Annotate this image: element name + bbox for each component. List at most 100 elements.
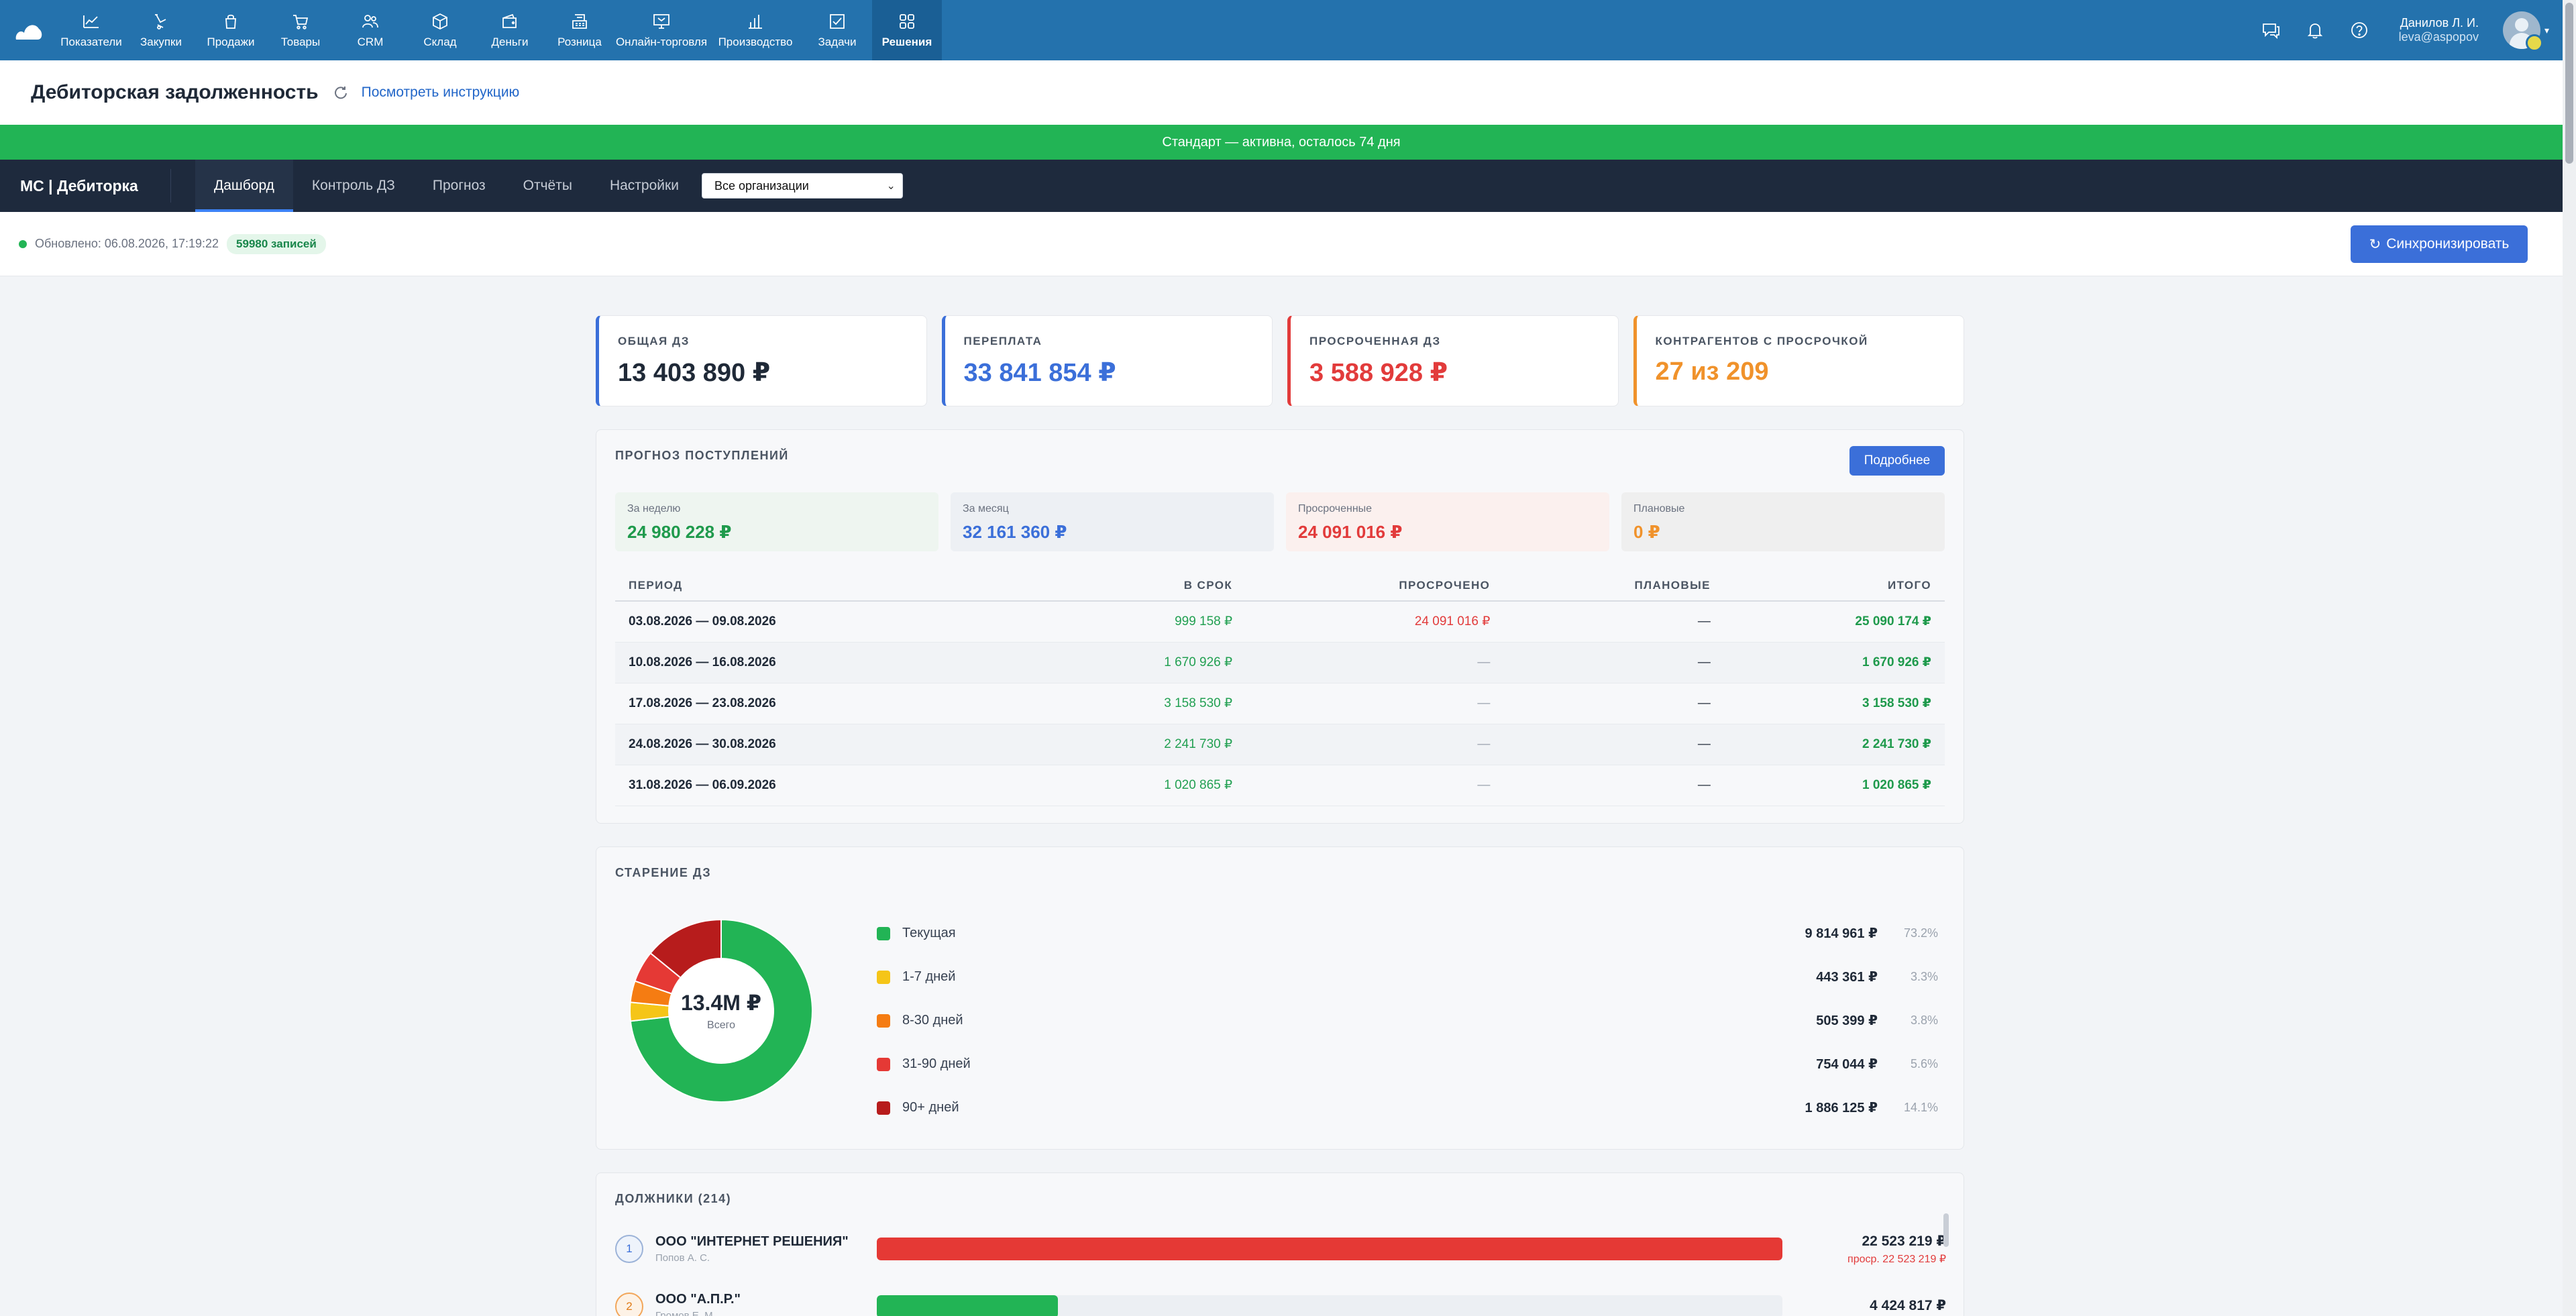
legend-row[interactable]: 31-90 дней 754 044 ₽ 5.6% [877,1042,1938,1086]
debtor-manager: Попов А. С. [655,1252,710,1264]
legend-amount: 9 814 961 ₽ [1805,926,1878,941]
debtor-bar-track [877,1238,1782,1260]
box-icon [433,13,447,30]
kpi-card: КОНТРАГЕНТОВ С ПРОСРОЧКОЙ 27 из 209 [1633,315,1964,406]
column-header[interactable]: ПЕРИОД [615,570,1044,602]
donut-total-label: Всего [707,1020,735,1031]
organization-select[interactable]: Все организации ⌄ [701,173,903,199]
cell-period: 17.08.2026 — 23.08.2026 [615,683,1044,724]
cell-ontime: 2 241 730 ₽ [1044,724,1246,765]
cell-planned: — [1503,724,1724,765]
debtor-rank: 2 [615,1293,643,1316]
tab-2[interactable]: Прогноз [414,160,504,212]
chevron-down-icon: ▾ [2544,24,2549,36]
legend-swatch [877,1057,890,1071]
legend-row[interactable]: 8-30 дней 505 399 ₽ 3.8% [877,999,1938,1042]
nav-item-2[interactable]: Продажи [196,0,266,60]
topnav-actions: Данилов Л. И. leva@aspopov ▾ [2261,0,2576,60]
nav-item-label: Задачи [818,36,857,48]
forecast-box: Просроченные 24 091 016 ₽ [1286,492,1609,551]
legend-amount: 443 361 ₽ [1816,970,1878,985]
legend-amount: 505 399 ₽ [1816,1013,1878,1028]
nav-item-6[interactable]: Деньги [475,0,545,60]
legend-row[interactable]: 90+ дней 1 886 125 ₽ 14.1% [877,1086,1938,1130]
tab-3[interactable]: Отчёты [504,160,591,212]
nav-item-label: Розница [557,36,602,48]
nav-item-11[interactable]: Решения [872,0,942,60]
legend-name: 31-90 дней [902,1056,971,1071]
legend-percent: 5.6% [1910,1057,1938,1071]
apps-grid-icon [900,14,914,29]
cell-overdue: — [1246,642,1504,683]
nav-item-label: Показатели [60,36,122,48]
cell-planned: — [1503,765,1724,806]
purchase-icon [155,14,166,30]
table-row[interactable]: 24.08.2026 — 30.08.2026 2 241 730 ₽ — —2 24… [615,724,1945,765]
cell-total: 1 020 865 ₽ [1723,765,1945,806]
nav-item-10[interactable]: Задачи [802,0,872,60]
cell-overdue: — [1246,765,1504,806]
nav-item-0[interactable]: Показатели [56,0,126,60]
donut-center: 13.4M ₽ Всего [629,918,814,1103]
column-header[interactable]: ПРОСРОЧЕНО [1246,570,1504,602]
debtor-amount: 22 523 219 ₽ [1862,1233,1946,1249]
avatar-status-badge [2525,34,2543,52]
nav-item-5[interactable]: Склад [405,0,475,60]
forecast-box-value: 0 ₽ [1633,522,1660,542]
cell-ontime: 1 020 865 ₽ [1044,765,1246,806]
table-row[interactable]: 31.08.2026 — 06.09.2026 1 020 865 ₽ — —1 02… [615,765,1945,806]
debtor-row[interactable]: 2 ООО "А.П.Р." Громов Е. М. 4 424 817 ₽ [615,1282,1946,1316]
details-button[interactable]: Подробнее [1849,446,1945,476]
chat-icon[interactable] [2261,20,2281,40]
column-header[interactable]: ПЛАНОВЫЕ [1503,570,1724,602]
page-scrollbar-thumb[interactable] [2565,3,2573,164]
legend-name: 8-30 дней [902,1013,963,1028]
forecast-box: За неделю 24 980 228 ₽ [615,492,938,551]
nav-item-3[interactable]: Товары [266,0,335,60]
tab-4[interactable]: Настройки [591,160,698,212]
sync-button[interactable]: ↻ Синхронизировать [2351,225,2528,263]
debtors-panel: ДОЛЖНИКИ (214) 1 ООО "ИНТЕРНЕТ РЕШЕНИЯ" По… [596,1172,1964,1316]
table-row[interactable]: 10.08.2026 — 16.08.2026 1 670 926 ₽ — —1 67… [615,642,1945,683]
tab-1[interactable]: Контроль ДЗ [293,160,414,212]
aging-donut-chart: 13.4M ₽ Всего [629,918,814,1103]
nav-item-label: Склад [423,36,457,48]
legend-row[interactable]: Текущая 9 814 961 ₽ 73.2% [877,912,1938,955]
nav-item-7[interactable]: Розница [545,0,614,60]
nav-item-9[interactable]: Производство [708,0,802,60]
legend-row[interactable]: 1-7 дней 443 361 ₽ 3.3% [877,955,1938,999]
debtor-overdue: проср. 22 523 219 ₽ [1847,1253,1946,1265]
debtor-bar-track [877,1295,1782,1316]
user-info[interactable]: Данилов Л. И. leva@aspopov [2399,16,2479,44]
debtor-amounts: 22 523 219 ₽ проср. 22 523 219 ₽ [1847,1233,1946,1266]
legend-percent: 3.3% [1910,970,1938,983]
forecast-box-label: За неделю [627,503,681,514]
column-header[interactable]: В СРОК [1044,570,1246,602]
instruction-link[interactable]: Посмотреть инструкцию [362,85,520,101]
debtor-name: ООО "А.П.Р." [655,1292,741,1307]
nav-item-1[interactable]: Закупки [126,0,196,60]
nav-item-label: Решения [881,36,932,48]
column-header[interactable]: ИТОГО [1723,570,1945,602]
subscription-banner: Стандарт — активна, осталось 74 дня [0,125,2563,160]
debtors-scrollbar[interactable] [1943,1213,1949,1247]
debtor-bar [877,1295,1058,1316]
cell-overdue: — [1246,724,1504,765]
debtor-manager: Громов Е. М. [655,1310,716,1316]
nav-item-8[interactable]: Онлайн-торговля [614,0,708,60]
help-icon[interactable] [2349,20,2369,40]
debtor-row[interactable]: 1 ООО "ИНТЕРНЕТ РЕШЕНИЯ" Попов А. С. 22 523… [615,1224,1946,1274]
aging-title: СТАРЕНИЕ ДЗ [615,866,712,879]
table-row[interactable]: 17.08.2026 — 23.08.2026 3 158 530 ₽ — —3 15… [615,683,1945,724]
forecast-box-label: Плановые [1633,503,1685,514]
page-scrollbar[interactable] [2563,0,2576,1316]
table-row[interactable]: 03.08.2026 — 09.08.2026 999 158 ₽24 091 0… [615,601,1945,643]
cart-icon [293,15,309,30]
app-logo[interactable] [0,0,56,60]
refresh-icon[interactable] [333,85,348,100]
cell-total: 25 090 174 ₽ [1723,601,1945,643]
user-menu[interactable]: ▾ [2502,11,2549,52]
nav-item-4[interactable]: CRM [335,0,405,60]
tab-0[interactable]: Дашборд [195,160,293,212]
bell-icon[interactable] [2305,20,2325,40]
